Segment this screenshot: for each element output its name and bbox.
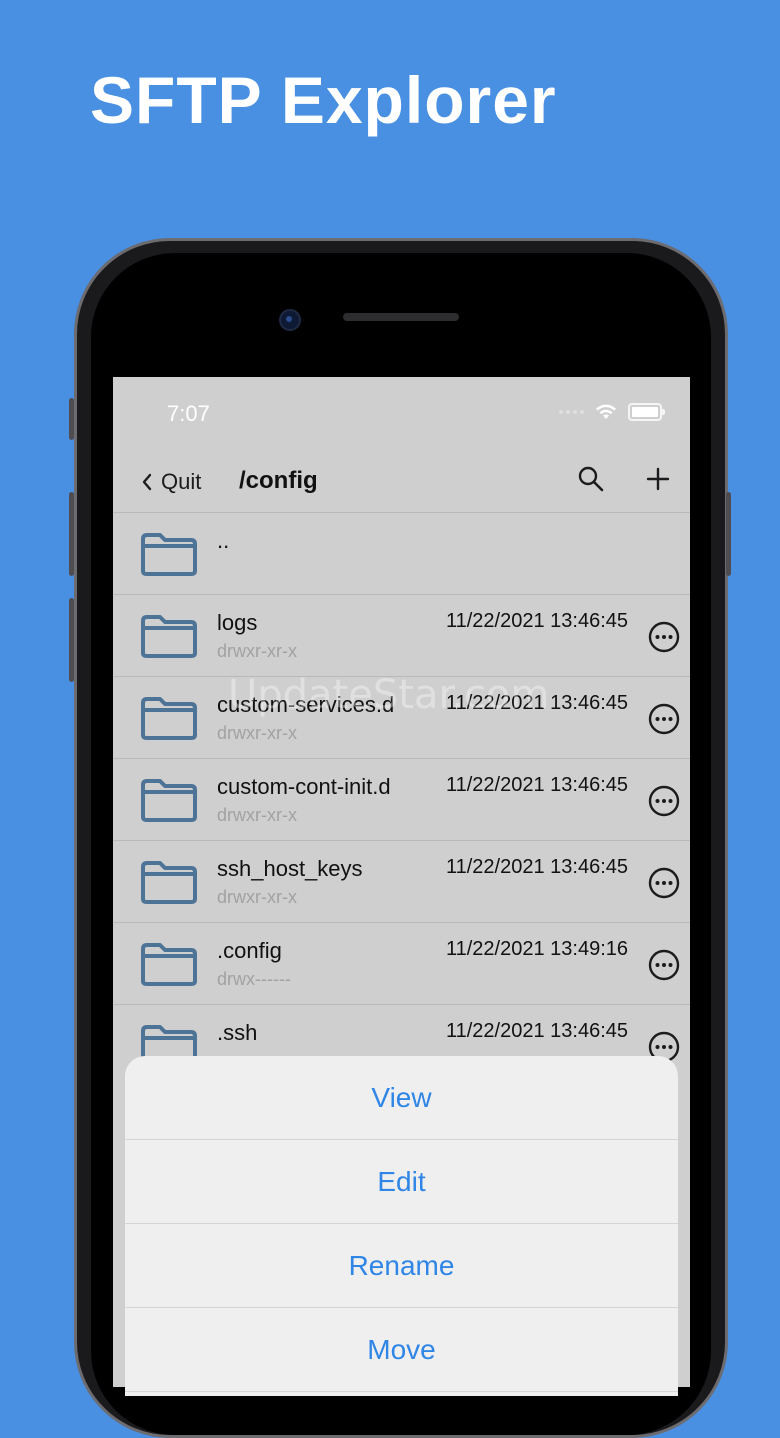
marketing-headline: SFTP Explorer [90,63,557,137]
power-button [726,492,731,576]
search-button[interactable] [577,465,605,498]
back-button[interactable]: Quit [141,469,201,495]
folder-icon [141,615,197,658]
file-row[interactable]: custom-services.d drwxr-xr-x 11/22/2021 … [113,676,690,758]
file-modified-date: 11/22/2021 13:46:45 [445,610,628,632]
file-name: custom-services.d [217,692,395,717]
search-icon [578,466,604,492]
view-action-button[interactable]: View [125,1056,678,1140]
file-row[interactable]: ssh_host_keys drwxr-xr-x 11/22/2021 13:4… [113,840,690,922]
plus-icon [646,467,670,491]
current-path-title: /config [239,467,318,494]
file-permissions: drwxr-xr-x [217,887,297,907]
more-options-icon[interactable] [648,867,680,899]
mute-switch [69,398,74,440]
file-permissions: drwx------ [217,969,291,989]
volume-up-button [69,492,74,576]
earpiece-speaker [343,313,459,321]
add-button[interactable] [644,465,672,498]
more-options-icon[interactable] [648,703,680,735]
battery-icon [628,403,665,421]
file-modified-date: 11/22/2021 13:46:45 [445,774,628,796]
file-name: ssh_host_keys [217,856,363,881]
file-modified-date: 11/22/2021 13:46:45 [445,1020,628,1042]
cellular-signal-icon [559,410,584,414]
file-permissions: drwxr-xr-x [217,805,297,825]
folder-icon [141,861,197,904]
front-camera [279,309,301,331]
file-row[interactable]: logs drwxr-xr-x 11/22/2021 13:46:45 [113,594,690,676]
folder-icon [141,779,197,822]
move-action-button[interactable]: Move [125,1308,678,1392]
wifi-icon [596,404,616,419]
file-modified-date: 11/22/2021 13:46:45 [445,856,628,878]
more-options-icon[interactable] [648,949,680,981]
action-sheet: View Edit Rename Move [125,1056,678,1396]
rename-action-button[interactable]: Rename [125,1224,678,1308]
file-row-parent[interactable]: .. [113,512,690,594]
folder-icon [141,533,197,576]
file-name: logs [217,610,258,635]
folder-icon [141,697,197,740]
file-permissions: drwxr-xr-x [217,723,297,743]
file-row[interactable]: .config drwx------ 11/22/2021 13:49:16 [113,922,690,1004]
file-name: .. [217,528,230,553]
file-name: .ssh [217,1020,258,1045]
file-name: .config [217,938,282,963]
file-modified-date: 11/22/2021 13:49:16 [445,938,628,960]
more-options-icon[interactable] [648,785,680,817]
chevron-left-icon [142,473,152,491]
file-modified-date: 11/22/2021 13:46:45 [445,692,628,714]
more-options-icon[interactable] [648,621,680,653]
volume-down-button [69,598,74,682]
navigation-bar: Quit /config [113,457,690,513]
file-list: .. logs drwxr-xr-x 11/22/2021 13:46:45 c… [113,512,690,1086]
edit-action-button[interactable]: Edit [125,1140,678,1224]
status-time: 7:07 [167,401,210,426]
back-button-label: Quit [161,469,202,494]
file-permissions: drwxr-xr-x [217,641,297,661]
file-name: custom-cont-init.d [217,774,391,799]
status-icons [559,403,665,421]
file-row[interactable]: custom-cont-init.d drwxr-xr-x 11/22/2021… [113,758,690,840]
folder-icon [141,943,197,986]
